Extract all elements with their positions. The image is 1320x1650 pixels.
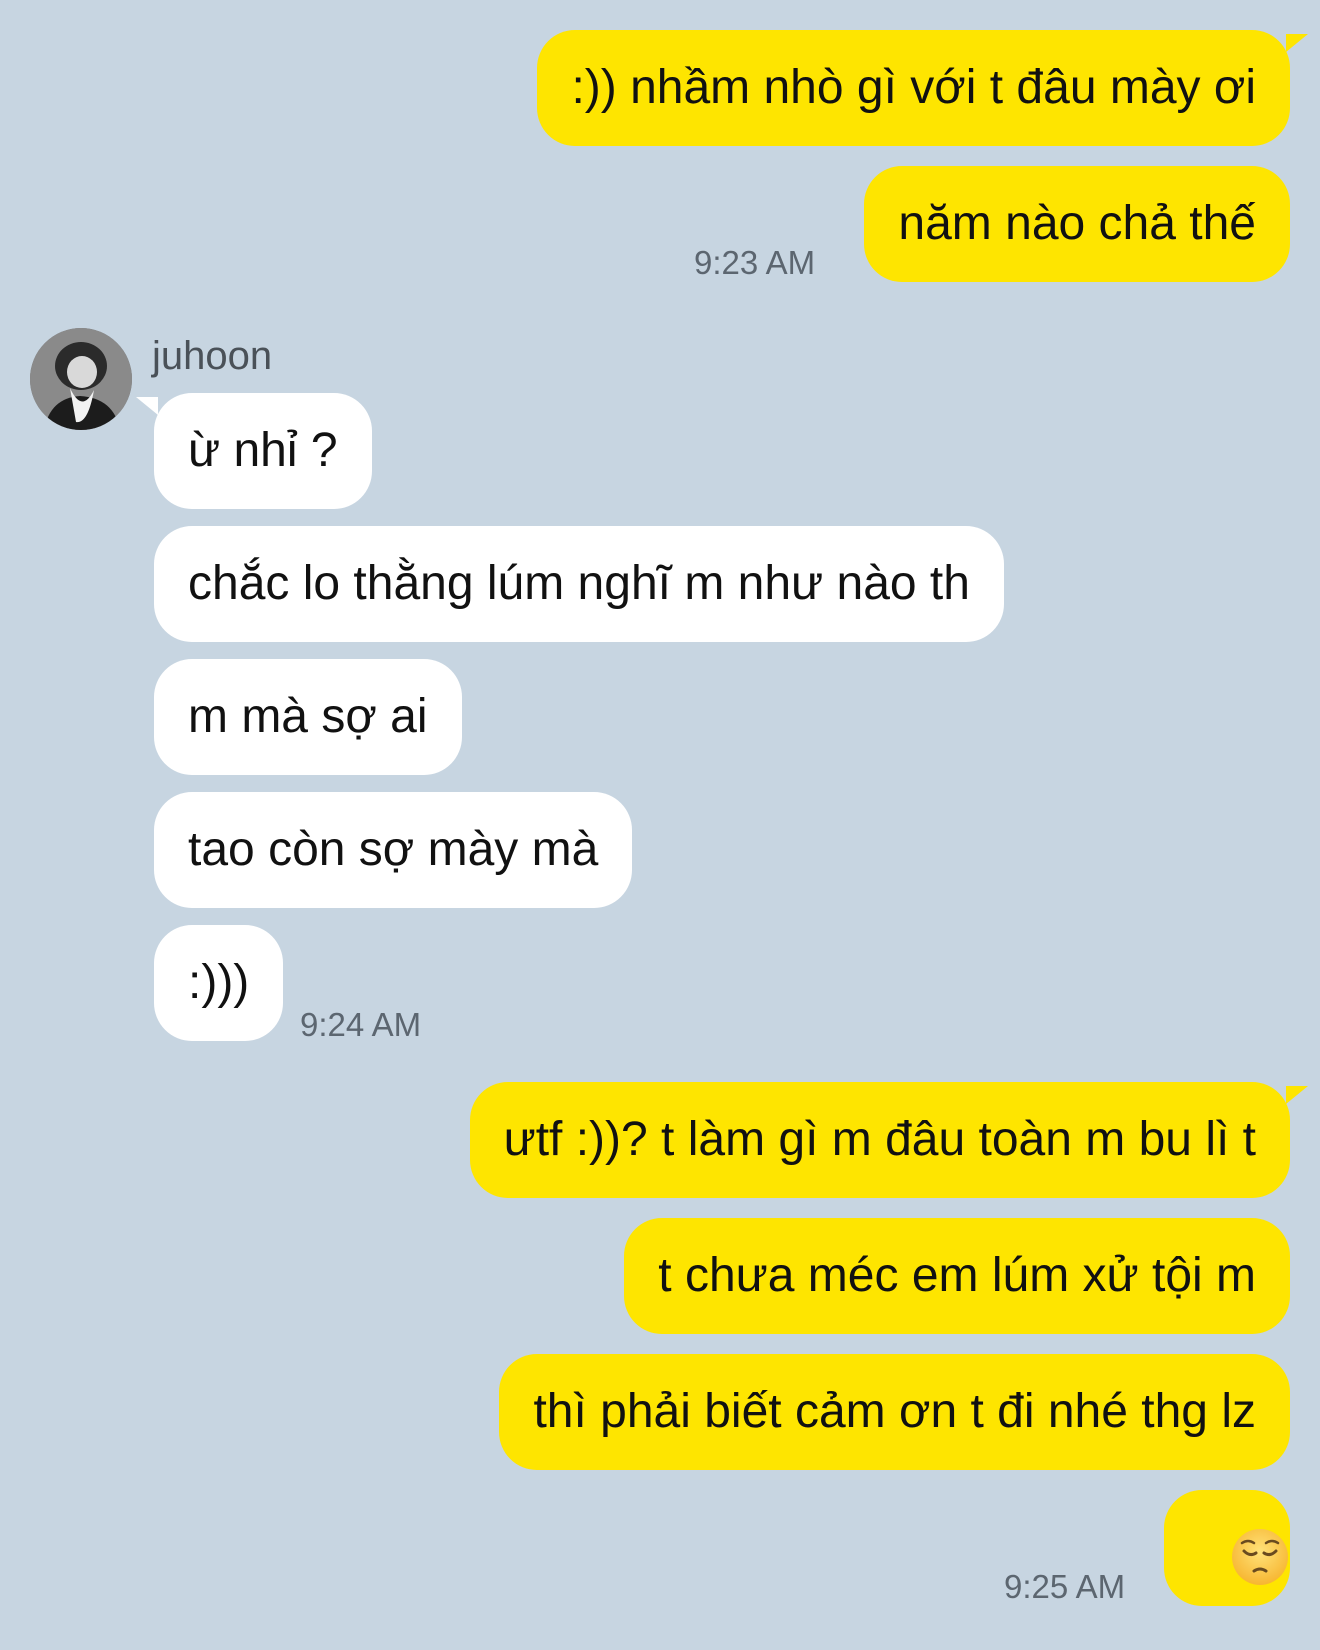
message-text: chắc lo thằng lúm nghĩ m như nào th [188, 557, 970, 610]
incoming-message[interactable]: tao còn sợ mày mà [154, 792, 633, 908]
bubble-tail [1286, 1086, 1308, 1104]
message-text: ưtf :))? t làm gì m đâu toàn m bu lì t [503, 1113, 1256, 1166]
message-text: :)) nhầm nhò gì với t đâu mày ơi [571, 61, 1256, 114]
timestamp: 9:24 AM [300, 1006, 422, 1043]
sender-name: juhoon [152, 334, 273, 378]
incoming-message[interactable]: ừ nhỉ ? [154, 393, 372, 509]
message-text: m mà sợ ai [188, 690, 428, 743]
outgoing-message[interactable]: :)) nhầm nhò gì với t đâu mày ơi [537, 30, 1290, 146]
message-text: tao còn sợ mày mà [188, 823, 599, 876]
outgoing-message[interactable]: ưtf :))? t làm gì m đâu toàn m bu lì t [469, 1082, 1290, 1198]
chat-view[interactable]: :)) nhầm nhò gì với t đâu mày ơi năm nào… [0, 0, 1320, 1650]
bubble-tail [1286, 34, 1308, 52]
incoming-message[interactable]: m mà sợ ai [154, 659, 462, 775]
incoming-message[interactable]: :))) [154, 925, 284, 1041]
outgoing-message[interactable]: t chưa méc em lúm xử tội m [624, 1218, 1290, 1334]
avatar[interactable] [30, 328, 132, 430]
message-text: t chưa méc em lúm xử tội m [658, 1249, 1256, 1302]
timestamp: 9:25 AM [1004, 1568, 1126, 1605]
outgoing-message[interactable]: thì phải biết cảm ơn t đi nhé thg lz [499, 1354, 1290, 1470]
message-text: :))) [188, 956, 250, 1009]
timestamp: 9:23 AM [694, 244, 816, 281]
avatar-photo-icon [30, 328, 132, 430]
outgoing-message[interactable]: năm nào chả thế [864, 166, 1290, 282]
bubble-tail [136, 397, 158, 415]
message-text: thì phải biết cảm ơn t đi nhé thg lz [533, 1385, 1256, 1438]
outgoing-message[interactable] [1164, 1490, 1290, 1606]
pensive-face-icon [1230, 1514, 1290, 1630]
message-text: năm nào chả thế [898, 197, 1256, 250]
incoming-message[interactable]: chắc lo thằng lúm nghĩ m như nào th [154, 526, 1004, 642]
message-text: ừ nhỉ ? [188, 424, 338, 477]
